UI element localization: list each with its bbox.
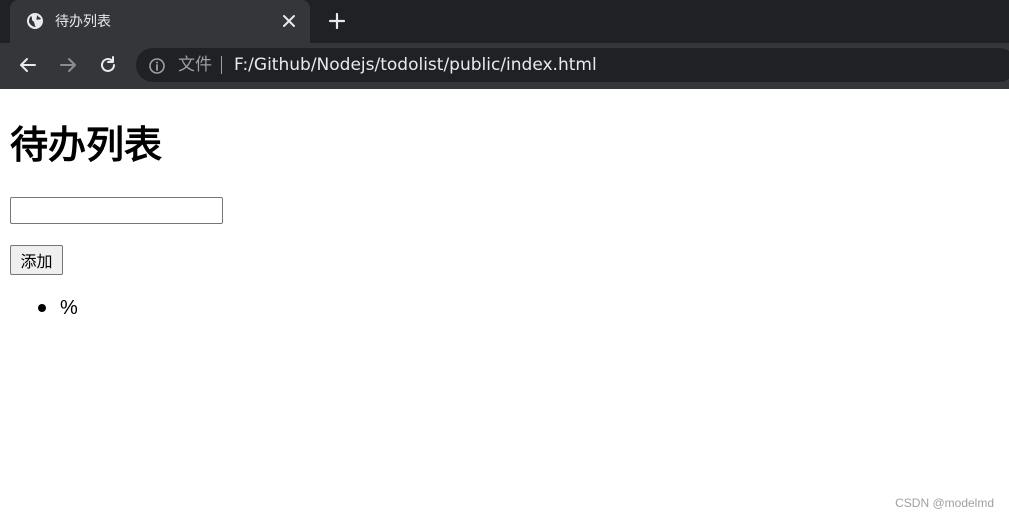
page-content: 待办列表 添加 % CSDN @modelmd xyxy=(0,89,1009,518)
watermark: CSDN @modelmd xyxy=(895,496,994,510)
list-item: % xyxy=(0,294,400,322)
add-button[interactable]: 添加 xyxy=(10,245,63,275)
close-tab-icon[interactable] xyxy=(280,12,298,30)
active-tab[interactable]: 待办列表 xyxy=(10,0,310,43)
reload-icon[interactable] xyxy=(97,54,119,76)
tab-strip: 待办列表 xyxy=(0,0,1009,43)
security-chip-label: 文件 xyxy=(178,55,212,75)
url-text[interactable]: F:/Github/Nodejs/todolist/public/index.h… xyxy=(234,54,597,76)
page-title: 待办列表 xyxy=(10,123,163,167)
globe-icon xyxy=(27,13,43,29)
address-bar[interactable]: 文件 F:/Github/Nodejs/todolist/public/inde… xyxy=(136,48,1009,82)
browser-toolbar: 文件 F:/Github/Nodejs/todolist/public/inde… xyxy=(0,43,1009,89)
tab-title: 待办列表 xyxy=(55,14,111,30)
todo-list: % xyxy=(0,294,400,322)
omnibox-divider xyxy=(221,56,222,74)
new-tab-icon[interactable] xyxy=(327,11,347,31)
forward-arrow-icon[interactable] xyxy=(57,54,79,76)
bullet-icon xyxy=(38,304,46,312)
info-icon[interactable] xyxy=(148,57,166,75)
todo-input[interactable] xyxy=(10,197,223,224)
todo-item-text: % xyxy=(60,297,78,319)
back-arrow-icon[interactable] xyxy=(17,54,39,76)
